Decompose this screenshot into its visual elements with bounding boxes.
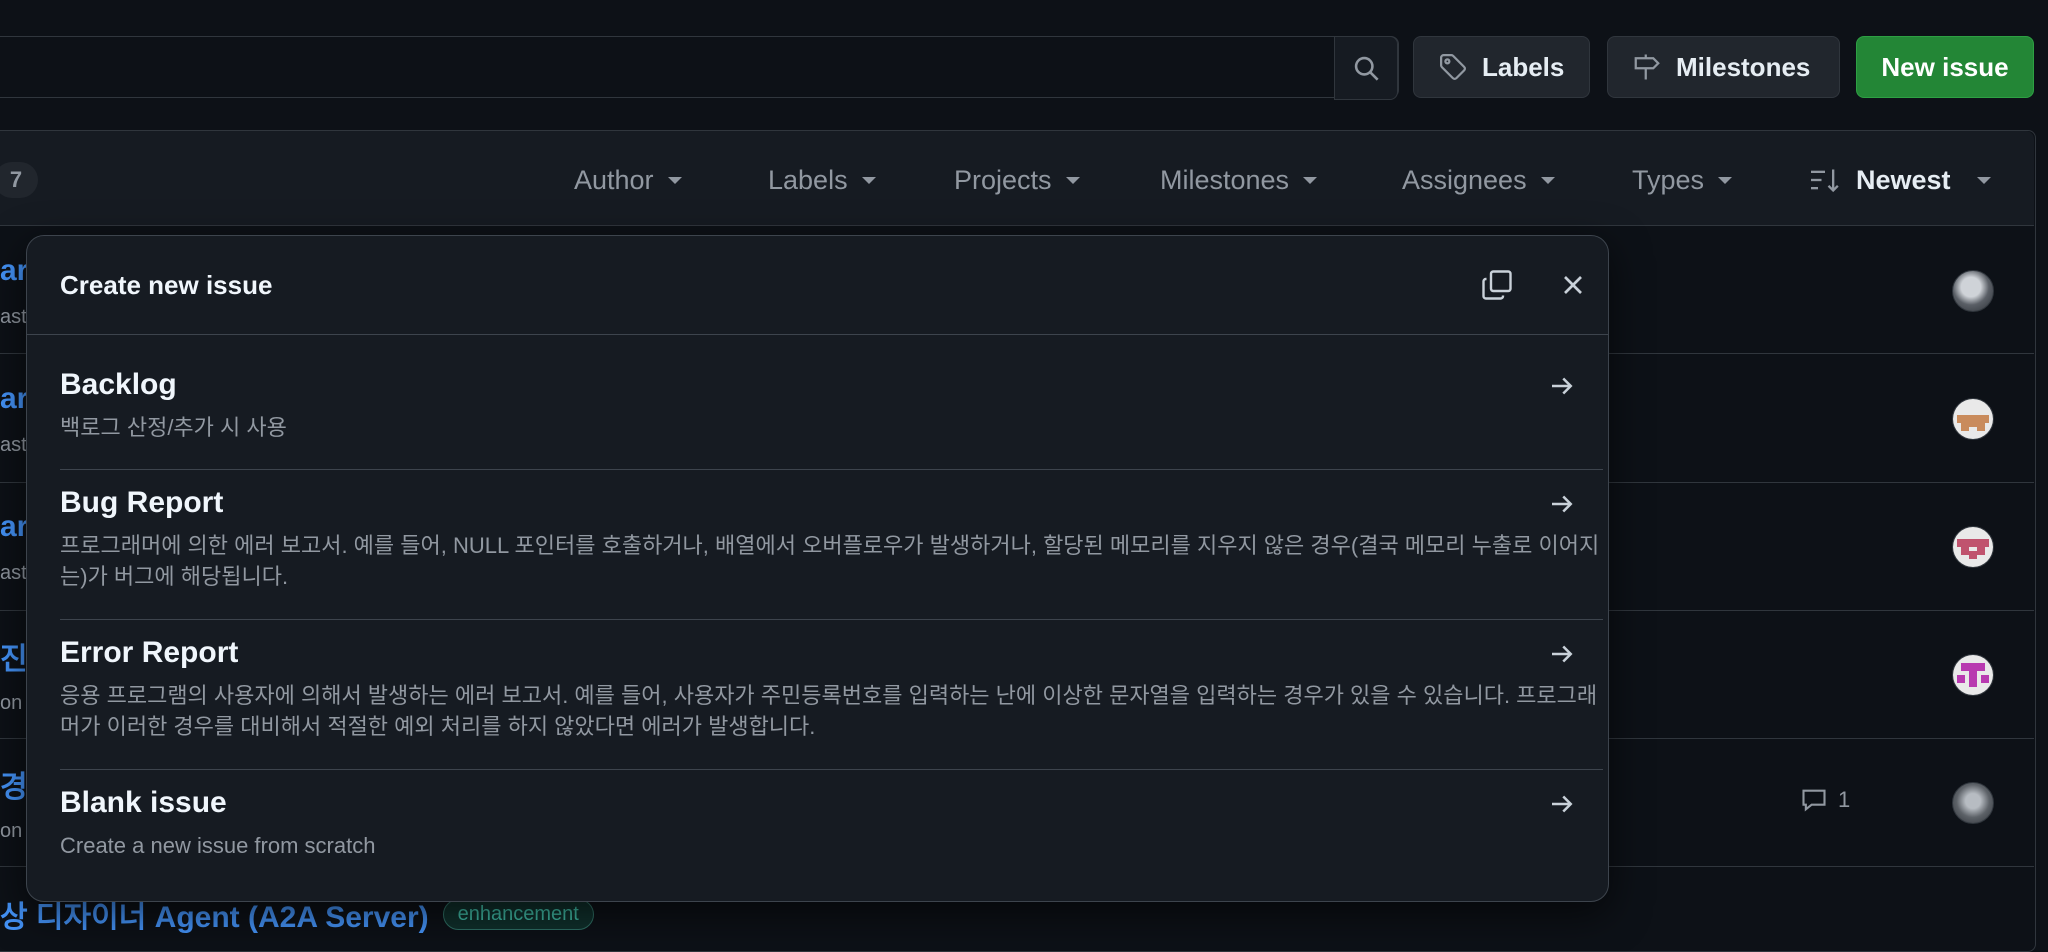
dialog-header: Create new issue [27, 236, 1608, 335]
avatar[interactable] [1952, 270, 1994, 312]
filter-milestones[interactable]: Milestones [1160, 160, 1318, 200]
template-description: Create a new issue from scratch [60, 833, 376, 858]
arrow-right-icon [1552, 377, 1573, 395]
issue-title[interactable]: 진 [0, 634, 28, 678]
identicon-icon [1953, 399, 1993, 439]
close-icon [1564, 276, 1582, 294]
issue-meta: ast [0, 434, 27, 456]
caret-down-icon [1718, 176, 1733, 184]
arrow-right-icon [1552, 795, 1573, 813]
filter-projects[interactable]: Projects [954, 160, 1080, 200]
avatar[interactable] [1952, 654, 1994, 696]
avatar[interactable] [1952, 398, 1994, 440]
issue-title[interactable]: ar [0, 510, 28, 544]
template-title: Bug Report [60, 486, 224, 519]
dialog-title: Create new issue [60, 270, 273, 300]
copy-icon [1482, 270, 1512, 300]
comment-count[interactable]: 1 [1800, 786, 1850, 814]
milestone-icon [1634, 54, 1660, 80]
caret-down-icon [667, 176, 682, 184]
issue-label-badge[interactable]: enhancement [442, 898, 594, 930]
filter-projects-label: Projects [954, 164, 1052, 195]
caret-down-icon [1540, 176, 1555, 184]
caret-down-icon [1976, 176, 1991, 184]
arrow-right-icon [1552, 645, 1573, 663]
template-description: 응용 프로그램의 사용자에 의해서 발생하는 에러 보고서. 예를 들어, 사용… [60, 683, 1598, 739]
template-divider [60, 769, 1603, 770]
template-error-report[interactable]: Error Report 응용 프로그램의 사용자에 의해서 발생하는 에러 보… [60, 636, 1597, 742]
filter-author[interactable]: Author [574, 160, 682, 200]
search-button[interactable] [1334, 36, 1398, 100]
template-bug-report[interactable]: Bug Report 프로그래머에 의한 에러 보고서. 예를 들어, NULL… [60, 486, 1599, 592]
template-description: 백로그 산정/추가 시 사용 [60, 415, 287, 440]
search-icon [1354, 56, 1379, 81]
milestones-button-label: Milestones [1676, 51, 1811, 82]
close-button[interactable] [1557, 269, 1589, 301]
caret-down-icon [1065, 176, 1080, 184]
caret-down-icon [1303, 176, 1318, 184]
sort-label: Newest [1856, 164, 1951, 195]
filter-types-label: Types [1632, 164, 1705, 195]
open-issues-count: 7 [0, 162, 38, 198]
arrow-right-icon [1552, 495, 1573, 513]
new-issue-button[interactable]: New issue [1856, 36, 2034, 98]
template-title: Error Report [60, 636, 239, 669]
template-divider [60, 469, 1603, 470]
identicon-icon [1953, 527, 1993, 567]
filter-types[interactable]: Types [1632, 160, 1733, 200]
issue-meta: on [0, 692, 23, 714]
issue-title[interactable]: ar [0, 254, 28, 288]
issue-meta: ast [0, 562, 27, 584]
template-title: Blank issue [60, 786, 227, 819]
filter-assignees[interactable]: Assignees [1402, 160, 1555, 200]
avatar[interactable] [1952, 526, 1994, 568]
filter-assignees-label: Assignees [1402, 164, 1527, 195]
comment-icon [1802, 789, 1826, 812]
avatar[interactable] [1952, 782, 1994, 824]
template-title: Backlog [60, 368, 177, 401]
labels-button-label: Labels [1482, 51, 1565, 82]
template-blank-issue[interactable]: Blank issue Create a new issue from scra… [60, 786, 1574, 861]
issue-meta: ast [0, 306, 27, 328]
issue-title[interactable]: 경 [0, 762, 28, 806]
issue-meta: on [0, 820, 23, 842]
filter-author-label: Author [574, 164, 654, 195]
comment-count-value: 1 [1838, 787, 1851, 812]
issue-title[interactable]: ar [0, 382, 28, 416]
filter-labels-label: Labels [768, 164, 848, 195]
create-issue-dialog: Create new issue Backlog 백로그 산정/추가 시 사용 … [26, 235, 1609, 902]
caret-down-icon [861, 176, 876, 184]
filter-labels[interactable]: Labels [768, 160, 876, 200]
sort-newest[interactable]: Newest [1808, 160, 1991, 200]
filter-milestones-label: Milestones [1160, 164, 1290, 195]
identicon-icon [1953, 655, 1993, 695]
tag-icon [1440, 54, 1466, 80]
sort-desc-icon [1811, 169, 1839, 193]
labels-button[interactable]: Labels [1413, 36, 1590, 98]
template-description: 프로그래머에 의한 에러 보고서. 예를 들어, NULL 포인터를 호출하거나… [60, 533, 1600, 589]
template-divider [60, 619, 1603, 620]
template-backlog[interactable]: Backlog 백로그 산정/추가 시 사용 [60, 368, 1574, 443]
milestones-button[interactable]: Milestones [1607, 36, 1840, 98]
copy-link-button[interactable] [1479, 267, 1515, 303]
issue-search-input[interactable] [0, 36, 1399, 98]
